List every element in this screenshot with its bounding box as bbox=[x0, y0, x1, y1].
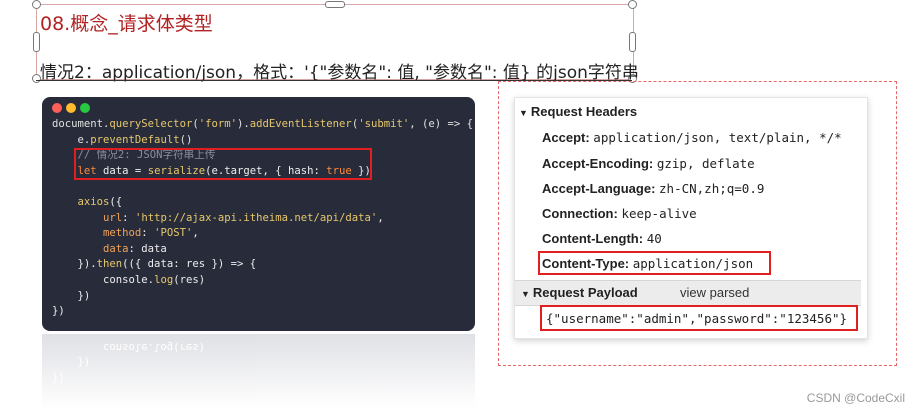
header-value: gzip, deflate bbox=[656, 156, 755, 171]
code-line: method: 'POST', bbox=[52, 226, 473, 242]
code-token: document. bbox=[52, 118, 110, 130]
header-value: application/json, text/plain, */* bbox=[593, 130, 842, 145]
view-parsed-link[interactable]: view parsed bbox=[680, 285, 749, 300]
header-row: Connection: keep-alive bbox=[542, 206, 697, 221]
reflection-text: }) }) console.log(res) bbox=[52, 340, 206, 384]
code-line: url: 'http://ajax-api.itheima.net/api/da… bbox=[52, 211, 473, 227]
code-line: console.log(res) bbox=[52, 273, 473, 289]
code-line: axios({ bbox=[52, 195, 473, 211]
code-token: method bbox=[52, 227, 142, 240]
watermark: CSDN @CodeCxil bbox=[806, 391, 905, 405]
code-token: (({ data: res }) => { bbox=[122, 258, 257, 271]
close-dot-icon bbox=[52, 103, 62, 113]
code-token: 'form' bbox=[198, 118, 237, 130]
header-name: Accept-Encoding: bbox=[542, 156, 657, 171]
header-value: keep-alive bbox=[621, 206, 697, 221]
header-name: Accept-Language: bbox=[542, 181, 660, 196]
slide-title: 08.概念_请求体类型 bbox=[40, 13, 213, 35]
code-token: : data bbox=[128, 242, 167, 255]
code-line: }) bbox=[52, 304, 473, 320]
code-token: 'http://ajax-api.itheima.net/api/data' bbox=[134, 211, 378, 224]
code-token: ({ bbox=[109, 195, 123, 208]
content-type-highlight bbox=[538, 251, 771, 275]
code-token: querySelector bbox=[109, 118, 193, 130]
header-row: Accept-Encoding: gzip, deflate bbox=[542, 156, 755, 171]
window-controls bbox=[52, 103, 90, 113]
code-line: document.querySelector('form').addEventL… bbox=[52, 117, 473, 133]
header-row: Content-Length: 40 bbox=[542, 231, 662, 246]
code-token: console. bbox=[52, 273, 155, 286]
header-name: Accept: bbox=[542, 130, 594, 145]
code-token: : bbox=[122, 211, 135, 224]
triangle-down-icon: ▼ bbox=[519, 108, 528, 118]
request-headers-toggle[interactable]: ▼ Request Headers bbox=[519, 104, 637, 119]
maximize-dot-icon bbox=[80, 103, 90, 113]
code-token: () bbox=[179, 133, 193, 146]
code-line: }).then(({ data: res }) => { bbox=[52, 257, 473, 273]
request-headers-title: Request Headers bbox=[530, 104, 638, 119]
resize-handle-top[interactable] bbox=[325, 1, 345, 8]
header-name: Content-Length: bbox=[542, 231, 647, 246]
code-token: log bbox=[154, 273, 174, 286]
code-token: (res) bbox=[173, 273, 206, 286]
code-token: , bbox=[377, 211, 384, 224]
code-token: 'POST' bbox=[154, 227, 193, 240]
code-line: e.preventDefault() bbox=[52, 133, 473, 149]
header-value: 40 bbox=[646, 231, 662, 246]
code-token: , (e) => { bbox=[409, 118, 474, 130]
code-token: 'submit' bbox=[358, 118, 410, 130]
code-line: }) bbox=[52, 289, 473, 305]
code-token: }). bbox=[52, 258, 97, 271]
code-line: data: data bbox=[52, 242, 473, 258]
code-token: ). bbox=[237, 118, 250, 130]
code-token: addEventListener bbox=[249, 118, 352, 130]
triangle-down-icon: ▼ bbox=[521, 289, 530, 299]
minimize-dot-icon bbox=[66, 103, 76, 113]
code-token: data bbox=[52, 242, 129, 255]
code-token: : bbox=[141, 227, 155, 240]
request-payload-title: Request Payload bbox=[532, 285, 638, 300]
code-token: axios bbox=[52, 195, 110, 208]
payload-json: {"username":"admin","password":"123456"} bbox=[546, 311, 848, 326]
resize-handle-right[interactable] bbox=[629, 32, 636, 52]
resize-handle-top-right[interactable] bbox=[628, 0, 637, 9]
code-reflection: }) }) console.log(res) bbox=[42, 334, 475, 416]
code-line bbox=[52, 179, 473, 195]
header-name: Connection: bbox=[542, 206, 622, 221]
request-payload-toggle[interactable]: ▼ Request Payload bbox=[521, 285, 638, 300]
code-token: }) bbox=[52, 305, 65, 318]
code-highlight-box bbox=[74, 148, 372, 180]
code-token: preventDefault bbox=[90, 133, 180, 146]
header-row: Accept-Language: zh-CN,zh;q=0.9 bbox=[542, 181, 764, 196]
code-token: e. bbox=[52, 133, 91, 146]
code-window: document.querySelector('form').addEventL… bbox=[42, 97, 475, 331]
resize-handle-left[interactable] bbox=[33, 32, 40, 52]
code-token: , bbox=[192, 227, 199, 240]
code-token: }) bbox=[52, 289, 91, 302]
header-value: zh-CN,zh;q=0.9 bbox=[659, 181, 765, 196]
resize-handle-top-left[interactable] bbox=[32, 0, 41, 9]
code-token: url bbox=[52, 211, 123, 224]
code-token: then bbox=[96, 258, 123, 271]
header-row: Accept: application/json, text/plain, */… bbox=[542, 130, 842, 145]
